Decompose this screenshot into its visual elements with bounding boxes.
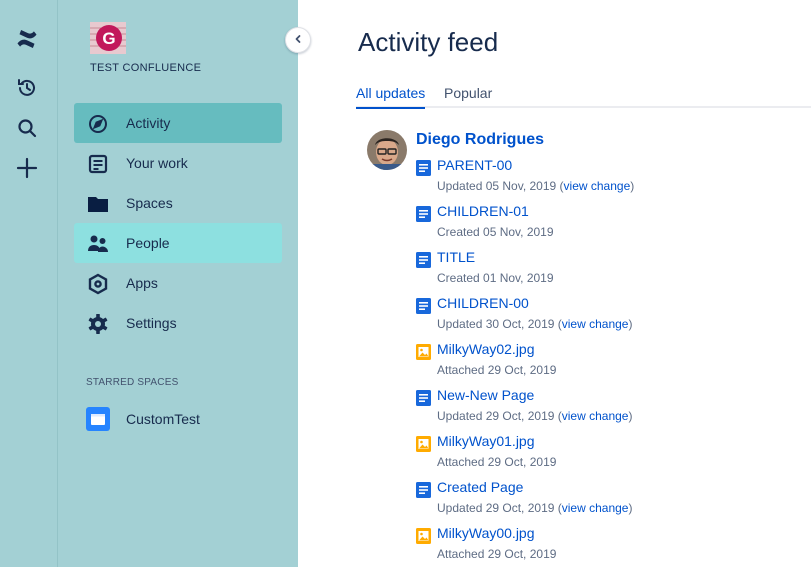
feed-item-title[interactable]: PARENT-00 [437,157,512,173]
feed-item-meta: Attached 29 Oct, 2019 [437,547,557,561]
author-name[interactable]: Diego Rodrigues [416,131,544,149]
feed-item-title[interactable]: MilkyWay01.jpg [437,433,535,449]
list-item: MilkyWay02.jpg Attached 29 Oct, 2019 [416,340,796,386]
document-list-icon [87,153,109,175]
nav-item-activity[interactable]: Activity [74,103,282,143]
space-icon [86,407,110,431]
space-logo[interactable]: G [90,22,126,54]
nav-label: Spaces [126,195,173,211]
create-icon[interactable] [13,154,41,182]
feed-item-title[interactable]: New-New Page [437,387,534,403]
feed-item-title[interactable]: CHILDREN-00 [437,295,529,311]
space-sidebar: G TEST CONFLUENCE Activity Your work Spa… [58,0,298,567]
nav-item-settings[interactable]: Settings [74,303,282,343]
feed-item-title[interactable]: MilkyWay02.jpg [437,341,535,357]
view-change-link[interactable]: view change [564,179,631,193]
list-item: Created Page Updated 29 Oct, 2019 (view … [416,478,796,524]
apps-hexagon-icon [87,273,109,295]
starred-space-label: CustomTest [126,411,200,427]
tab-all-updates[interactable]: All updates [356,85,426,109]
feed-item-meta: Updated 30 Oct, 2019 (view change) [437,317,633,331]
space-name: TEST CONFLUENCE [90,62,202,74]
nav-item-your-work[interactable]: Your work [74,143,282,183]
page-icon [416,482,431,498]
people-icon [87,233,109,255]
page-icon [416,252,431,268]
feed-item-title[interactable]: CHILDREN-01 [437,203,529,219]
page-icon [416,390,431,406]
nav-item-apps[interactable]: Apps [74,263,282,303]
image-icon [416,344,431,360]
nav-item-people[interactable]: People [74,223,282,263]
list-item: PARENT-00 Updated 05 Nov, 2019 (view cha… [416,156,796,202]
feed-item-title[interactable]: MilkyWay00.jpg [437,525,535,541]
starred-space-customtest[interactable]: CustomTest [74,399,282,439]
feed-item-meta: Updated 29 Oct, 2019 (view change) [437,501,633,515]
search-icon[interactable] [13,114,41,142]
feed-item-meta: Created 01 Nov, 2019 [437,271,554,285]
list-item: MilkyWay00.jpg Attached 29 Oct, 2019 [416,524,796,567]
feed-item-title[interactable]: TITLE [437,249,475,265]
feed-item-meta: Updated 05 Nov, 2019 (view change) [437,179,635,193]
nav-label: Activity [126,115,171,131]
view-change-link[interactable]: view change [562,501,629,515]
svg-text:G: G [102,29,115,48]
feed-item-meta: Attached 29 Oct, 2019 [437,363,557,377]
page-icon [416,160,431,176]
image-icon [416,436,431,452]
tab-popular[interactable]: Popular [444,85,492,107]
page-title: Activity feed [358,27,499,57]
confluence-logo-icon[interactable] [13,25,41,53]
nav-label: Settings [126,315,177,331]
list-item: CHILDREN-01 Created 05 Nov, 2019 [416,202,796,248]
list-item: MilkyWay01.jpg Attached 29 Oct, 2019 [416,432,796,478]
nav-label: Your work [126,155,188,171]
nav-label: Apps [126,275,158,291]
global-sidebar [0,0,58,567]
feed-item-meta: Attached 29 Oct, 2019 [437,455,557,469]
list-item: CHILDREN-00 Updated 30 Oct, 2019 (view c… [416,294,796,340]
view-change-link[interactable]: view change [562,317,629,331]
list-item: TITLE Created 01 Nov, 2019 [416,248,796,294]
page-icon [416,298,431,314]
starred-spaces-heading: STARRED SPACES [86,377,179,388]
avatar[interactable] [367,130,407,170]
list-item: New-New Page Updated 29 Oct, 2019 (view … [416,386,796,432]
nav-item-spaces[interactable]: Spaces [74,183,282,223]
folder-icon [87,193,109,215]
view-change-link[interactable]: view change [562,409,629,423]
feed-item-meta: Updated 29 Oct, 2019 (view change) [437,409,633,423]
page-icon [416,206,431,222]
image-icon [416,528,431,544]
main-content: Activity feed All updates Popular Diego … [298,0,811,567]
nav-label: People [126,235,170,251]
feed-tabs: All updates Popular [356,84,811,109]
gear-icon [87,313,109,335]
feed-item-title[interactable]: Created Page [437,479,523,495]
feed-item-meta: Created 05 Nov, 2019 [437,225,554,239]
history-icon[interactable] [13,74,41,102]
compass-icon [87,113,109,135]
